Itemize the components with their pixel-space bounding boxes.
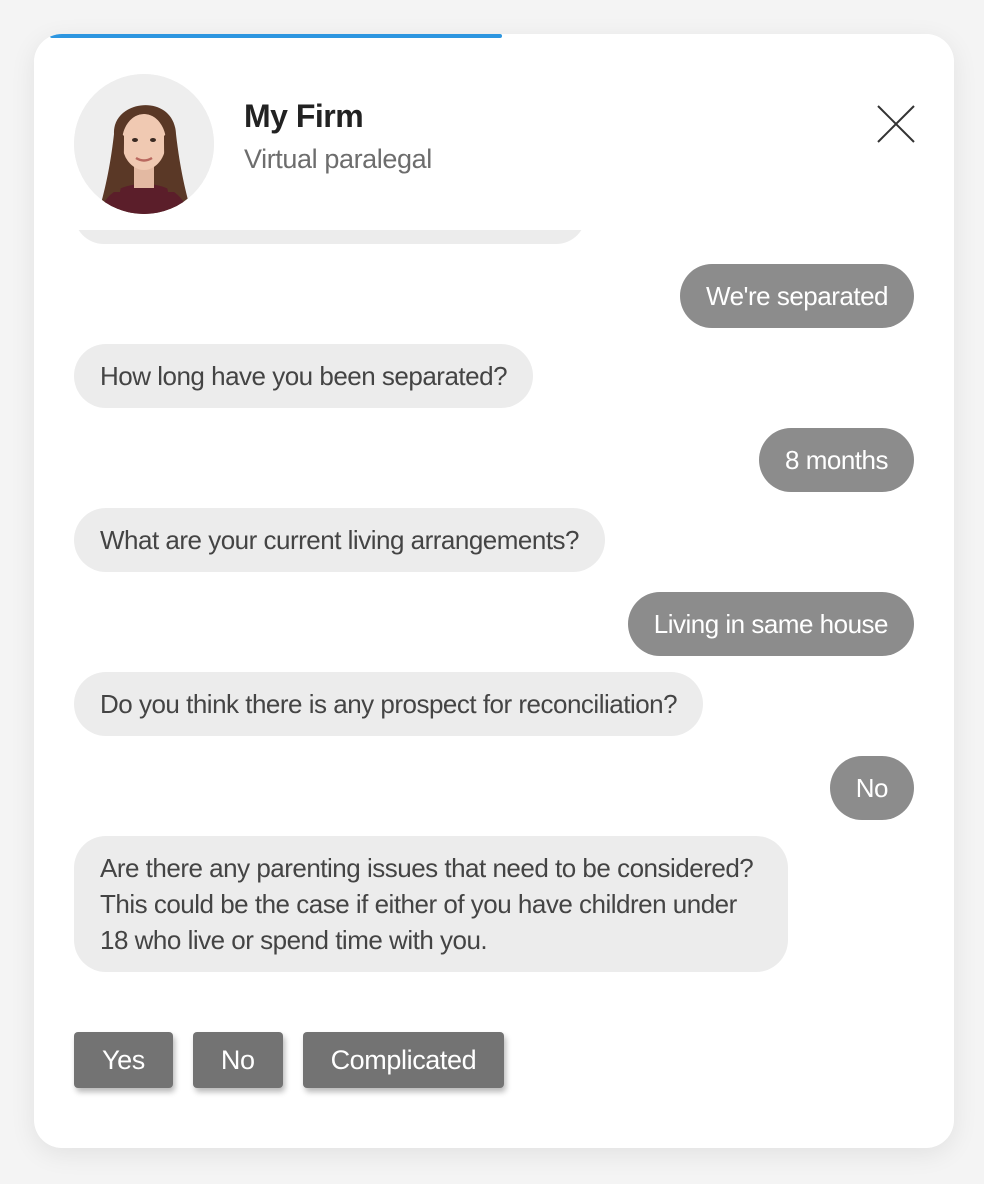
avatar-image bbox=[74, 74, 214, 214]
bot-message: How long have you been separated? bbox=[74, 344, 534, 408]
user-message: We're separated bbox=[680, 264, 914, 328]
option-yes-button[interactable]: Yes bbox=[74, 1032, 173, 1088]
assistant-role: Virtual paralegal bbox=[244, 144, 432, 174]
close-button[interactable] bbox=[876, 104, 916, 144]
user-message: Living in same house bbox=[627, 592, 914, 656]
avatar bbox=[74, 74, 214, 214]
bot-message: What are your current living arrangement… bbox=[74, 508, 606, 572]
chat-header: My Firm Virtual paralegal bbox=[34, 34, 954, 230]
close-icon bbox=[877, 105, 915, 143]
bot-message: Do you think there is any prospect for r… bbox=[74, 672, 704, 736]
option-no-button[interactable]: No bbox=[192, 1032, 283, 1088]
user-message: No bbox=[829, 756, 914, 820]
bot-message: Are there any parenting issues that need… bbox=[74, 836, 788, 972]
progress-bar bbox=[34, 34, 954, 38]
answer-options: Yes No Complicated bbox=[74, 1032, 505, 1088]
option-complicated-button[interactable]: Complicated bbox=[302, 1032, 505, 1088]
firm-name: My Firm bbox=[244, 98, 364, 134]
user-message: 8 months bbox=[759, 428, 914, 492]
progress-fill bbox=[50, 34, 502, 38]
chat-widget: We're separated How long have you been s… bbox=[34, 34, 954, 1148]
